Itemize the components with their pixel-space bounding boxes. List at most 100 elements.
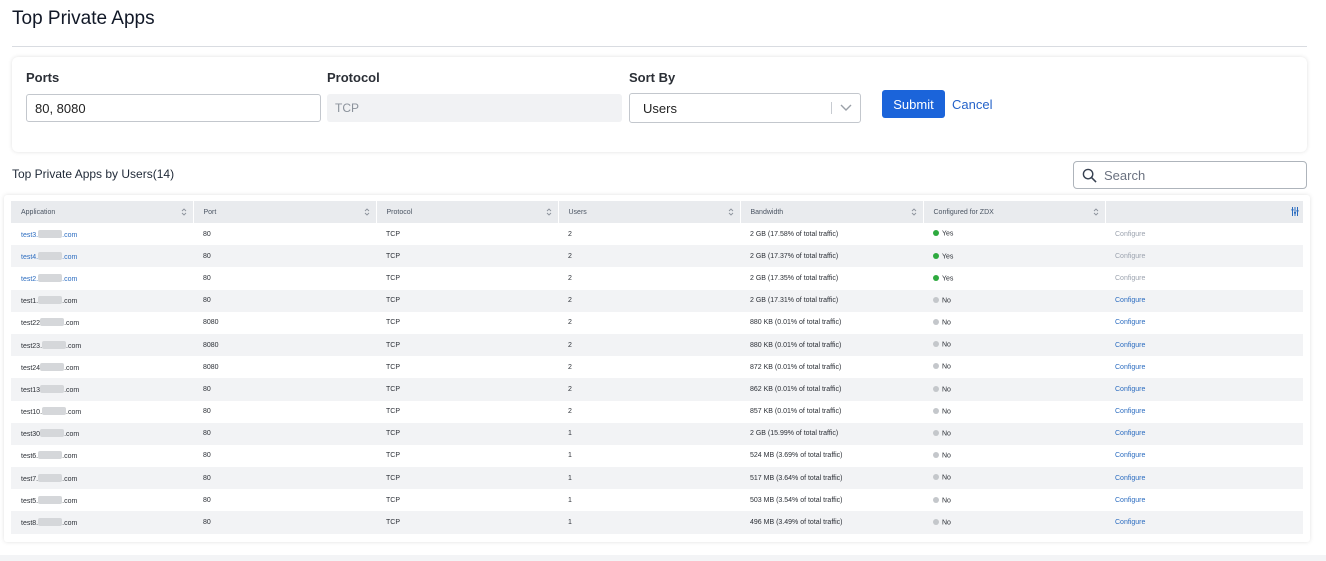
column-header-users[interactable]: Users [558,201,741,223]
cell-application[interactable]: test3. .com [11,223,193,245]
configured-status: No [942,430,951,438]
cell-application: test10. .com [11,401,193,423]
cell-bandwidth: 857 KB (0.01% of total traffic) [750,408,842,416]
configure-link[interactable]: Configure [1115,452,1145,459]
app-name-suffix: .com [62,253,78,261]
page-title: Top Private Apps [12,8,155,29]
cell-configured: No [923,401,1105,423]
cell-action[interactable]: Configure [1105,445,1303,467]
ports-input[interactable] [26,94,321,122]
application-name[interactable]: test4. .com [21,251,78,261]
select-separator [831,102,832,114]
cell-action[interactable]: Configure [1105,289,1303,312]
cell-port: 80 [193,378,376,401]
cell-action[interactable]: Configure [1105,489,1303,511]
cell-action[interactable]: Configure [1105,378,1303,401]
redacted-block [38,451,63,460]
app-name-suffix: .com [64,431,80,439]
app-name-prefix: test6. [21,453,39,461]
configured-status: Yes [942,275,954,283]
cell-protocol: TCP [376,467,558,490]
application-name[interactable]: test3. .com [21,229,77,239]
cell-port: 80 [203,230,211,238]
cell-application[interactable]: test2. .com [11,267,193,289]
cell-port: 80 [193,245,376,268]
cell-configured: Yes [923,267,1105,289]
configure-link[interactable]: Configure [1115,319,1145,326]
cell-port: 80 [193,467,376,490]
cell-bandwidth: 2 GB (15.99% of total traffic) [740,422,923,445]
cell-action[interactable]: Configure [1105,333,1303,357]
configure-link[interactable]: Configure [1115,519,1145,526]
column-header-application[interactable]: Application [11,201,194,223]
column-header-protocol[interactable]: Protocol [376,201,559,223]
configure-link[interactable]: Configure [1115,342,1145,349]
page-footer-strip [0,555,1326,561]
table-row: test23. .com 8080 TCP 2 880 KB (0.01% of tota… [11,333,1303,357]
column-header-port[interactable]: Port [193,201,377,223]
status-dot-icon [933,341,939,348]
cell-action[interactable]: Configure [1105,401,1303,423]
cell-configured: No [923,312,1105,334]
cancel-link[interactable]: Cancel [952,97,992,112]
table-row: test24 .com 8080 TCP 2 872 KB (0.01% of total… [11,356,1303,378]
column-settings-icon[interactable] [1291,207,1299,216]
search-input[interactable] [1104,166,1294,184]
column-header-configured-for-zdx[interactable]: Configured for ZDX [923,201,1106,223]
app-name-suffix: .com [62,520,78,528]
check-circle-icon [933,252,939,259]
sort-icon[interactable] [364,207,370,217]
cell-action[interactable]: Configure [1105,467,1303,490]
cell-application: test24 .com [11,356,193,378]
cell-users: 2 [558,289,740,312]
cell-application: test5. .com [11,489,193,511]
redacted-block [38,518,63,527]
application-name[interactable]: test2. .com [21,273,77,283]
apps-table-card: Application Port Protocol Users Bandwidth Con… [4,195,1310,542]
cell-action[interactable]: Configure [1105,312,1303,334]
cell-action[interactable]: Configure [1105,356,1303,378]
sort-icon[interactable] [181,207,187,217]
table-count: (14) [152,167,175,181]
column-header-label: Port [203,208,217,216]
sort-icon[interactable] [728,207,734,217]
cell-action[interactable]: Configure [1105,422,1303,445]
cell-users: 2 [568,230,572,238]
cell-port: 8080 [203,319,219,327]
sort-icon[interactable] [1093,207,1099,217]
configure-link[interactable]: Configure [1115,430,1145,437]
cell-users: 2 [558,378,740,401]
check-circle-icon [933,274,939,281]
application-name: test7. .com [21,473,77,483]
column-header-bandwidth[interactable]: Bandwidth [740,201,924,223]
configure-link: Configure [1115,252,1146,260]
cell-users: 1 [558,467,740,490]
sort-by-select[interactable]: Users [629,93,861,123]
cell-users: 1 [568,496,572,504]
configure-link[interactable]: Configure [1115,386,1145,393]
cell-port: 80 [203,408,211,416]
cell-configured: No [923,445,1105,467]
cell-action[interactable]: Configure [1105,511,1303,534]
configure-link[interactable]: Configure [1115,497,1145,504]
cell-port: 80 [203,274,211,282]
app-name-suffix: .com [66,342,82,350]
configure-link[interactable]: Configure [1115,297,1145,304]
column-header-label: Protocol [386,208,413,216]
search-box[interactable] [1073,161,1307,189]
cell-configured: No [923,467,1105,490]
check-circle-icon [933,230,939,237]
configure-link[interactable]: Configure [1115,475,1145,482]
cell-protocol: TCP [376,333,558,357]
sort-by-label: Sort By [629,70,676,85]
configure-link[interactable]: Configure [1115,408,1145,415]
sort-icon[interactable] [911,207,917,217]
table-row: test1. .com 80 TCP 2 2 GB (17.31% of total tr… [11,289,1303,312]
sort-icon[interactable] [546,207,552,217]
configure-link[interactable]: Configure [1115,364,1145,371]
redacted-block [38,229,63,238]
cell-application: test1. .com [11,289,193,312]
column-header-label: Application [21,208,56,216]
submit-button[interactable]: Submit [882,90,945,118]
cell-application[interactable]: test4. .com [11,245,193,268]
